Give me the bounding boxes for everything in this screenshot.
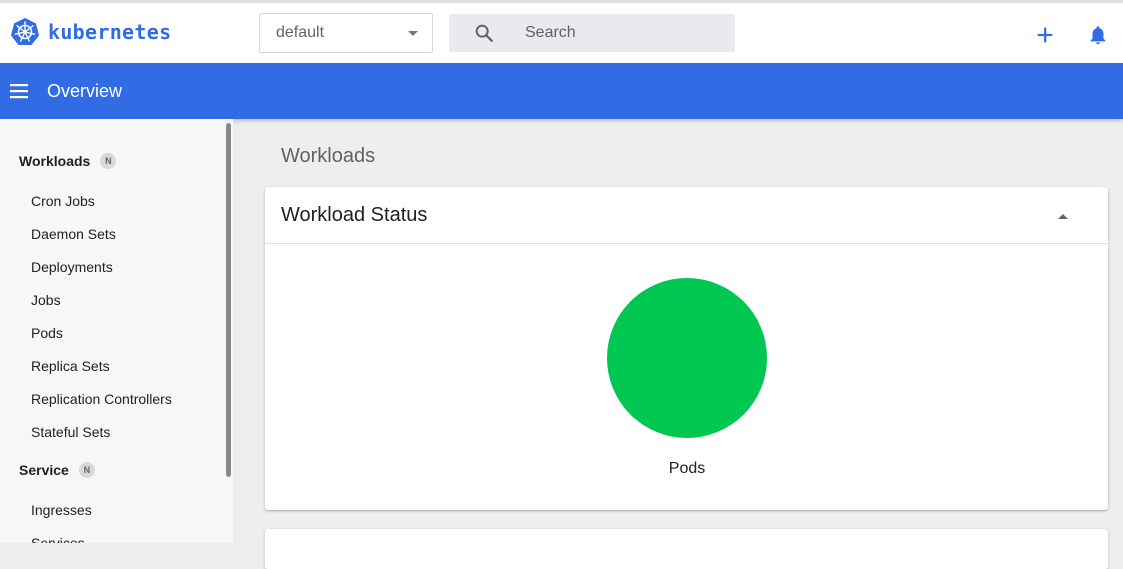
menu-icon[interactable] <box>8 81 30 101</box>
sidebar-item-services[interactable]: Services <box>31 535 85 543</box>
sidebar-section-workloads[interactable]: Workloads N <box>19 153 117 169</box>
card-header: Workload Status <box>265 187 1108 244</box>
sidebar-item-ingresses[interactable]: Ingresses <box>31 502 92 518</box>
sidebar-item-replica-sets[interactable]: Replica Sets <box>31 358 110 374</box>
sidebar: Workloads N Cron Jobs Daemon Sets Deploy… <box>0 119 233 543</box>
section-heading: Workloads <box>281 145 376 167</box>
sidebar-item-cron-jobs[interactable]: Cron Jobs <box>31 193 95 209</box>
search-icon <box>475 24 493 42</box>
search-input[interactable] <box>523 14 723 52</box>
sidebar-item-deployments[interactable]: Deployments <box>31 259 113 275</box>
add-icon[interactable] <box>1034 24 1056 46</box>
sidebar-scrollbar[interactable] <box>226 123 231 477</box>
sidebar-item-replication-controllers[interactable]: Replication Controllers <box>31 391 172 407</box>
page-title: Overview <box>47 81 123 101</box>
namespaced-badge: N <box>100 153 117 169</box>
pods-chart-label: Pods <box>668 460 706 477</box>
sidebar-item-daemon-sets[interactable]: Daemon Sets <box>31 226 116 242</box>
namespaced-badge: N <box>78 462 95 478</box>
sidebar-section-label: Service <box>19 462 69 478</box>
sidebar-item-jobs[interactable]: Jobs <box>31 292 61 308</box>
pods-pie-chart <box>607 278 767 438</box>
kubernetes-logo <box>11 18 39 45</box>
sidebar-item-pods[interactable]: Pods <box>31 325 63 341</box>
brand[interactable]: kubernetes <box>10 17 171 47</box>
namespace-select-value: default <box>276 24 325 41</box>
sidebar-item-stateful-sets[interactable]: Stateful Sets <box>31 424 110 440</box>
workload-status-card: Workload Status Pods <box>265 187 1108 510</box>
brand-name: kubernetes <box>48 20 172 44</box>
sidebar-section-service[interactable]: Service N <box>19 462 95 478</box>
collapse-arrow-icon[interactable] <box>1055 209 1071 223</box>
top-bar: kubernetes default <box>0 0 1123 63</box>
sidebar-section-label: Workloads <box>19 153 91 169</box>
bell-icon[interactable] <box>1087 24 1109 46</box>
search-bar[interactable] <box>449 14 735 52</box>
namespace-select[interactable]: default <box>259 13 433 53</box>
card-title: Workload Status <box>281 204 428 226</box>
pie-slice-running[interactable] <box>607 278 767 438</box>
next-card <box>265 529 1108 569</box>
toolbar: Overview <box>0 63 1123 119</box>
chevron-down-icon <box>408 31 418 36</box>
